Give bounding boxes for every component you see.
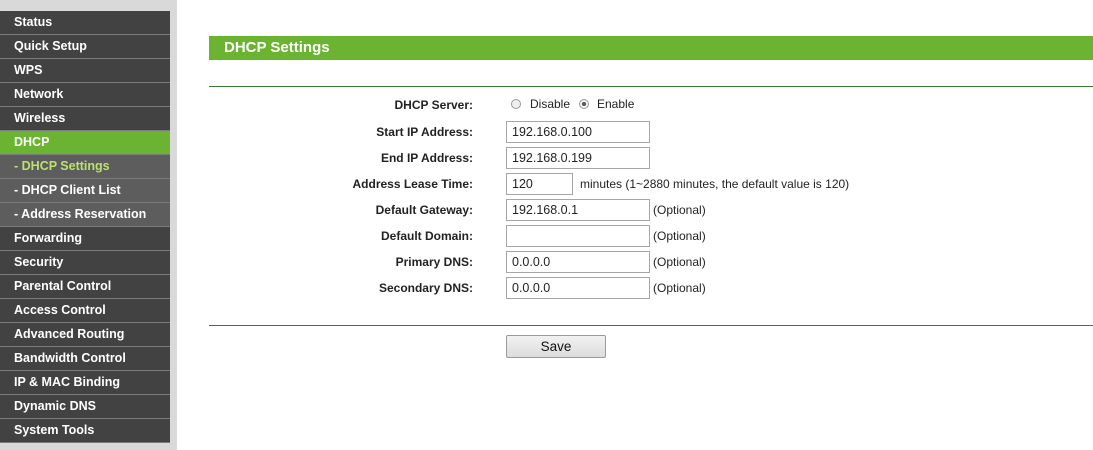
gateway-label: Default Gateway: [375,203,473,217]
dhcp-enable-label: Enable [597,97,635,111]
gateway-row: Default Gateway: (Optional) [209,199,1093,221]
sidebar-item-system-tools[interactable]: System Tools [0,419,170,443]
gateway-optional-note: (Optional) [653,203,706,217]
sidebar-item-network[interactable]: Network [0,83,170,107]
sidebar-item-status[interactable]: Status [0,11,170,35]
end-ip-row: End IP Address: [209,147,1093,169]
dhcp-enable-radio[interactable] [579,99,589,109]
sidebar-item-forwarding[interactable]: Forwarding [0,227,170,251]
domain-input[interactable] [506,225,650,247]
sidebar-item-wps[interactable]: WPS [0,59,170,83]
end-ip-input[interactable] [506,147,650,169]
divider-top [209,86,1093,87]
sidebar-item-parental-control[interactable]: Parental Control [0,275,170,299]
gateway-input[interactable] [506,199,650,221]
lease-time-input[interactable] [506,173,573,195]
sidebar-item-wireless[interactable]: Wireless [0,107,170,131]
start-ip-input[interactable] [506,121,650,143]
domain-label: Default Domain: [380,229,473,243]
sidebar-menu: Status Quick Setup WPS Network Wireless … [0,11,170,443]
secondary-dns-optional-note: (Optional) [653,281,706,295]
secondary-dns-label: Secondary DNS: [378,281,473,295]
sidebar-item-access-control[interactable]: Access Control [0,299,170,323]
sidebar-item-bandwidth-control[interactable]: Bandwidth Control [0,347,170,371]
sidebar: Status Quick Setup WPS Network Wireless … [0,0,177,450]
dhcp-disable-radio[interactable] [511,99,521,109]
sidebar-item-ip-mac-binding[interactable]: IP & MAC Binding [0,371,170,395]
primary-dns-optional-note: (Optional) [653,255,706,269]
dhcp-disable-label: Disable [530,97,571,111]
page-title: DHCP Settings [209,36,1093,60]
sidebar-item-quick-setup[interactable]: Quick Setup [0,35,170,59]
secondary-dns-input[interactable] [506,277,650,299]
domain-optional-note: (Optional) [653,229,706,243]
lease-time-row: Address Lease Time: minutes (1~2880 minu… [209,173,1093,195]
sidebar-item-security[interactable]: Security [0,251,170,275]
main-content: DHCP Settings DHCP Server: Disable Enabl… [209,0,1093,450]
sidebar-item-advanced-routing[interactable]: Advanced Routing [0,323,170,347]
dhcp-server-label: DHCP Server: [394,98,473,112]
sidebar-item-dynamic-dns[interactable]: Dynamic DNS [0,395,170,419]
end-ip-label: End IP Address: [380,151,473,165]
secondary-dns-row: Secondary DNS: (Optional) [209,277,1093,299]
primary-dns-row: Primary DNS: (Optional) [209,251,1093,273]
sidebar-item-address-reservation[interactable]: - Address Reservation [0,203,170,227]
lease-time-note: minutes (1~2880 minutes, the default val… [580,177,850,191]
sidebar-item-dhcp-client-list[interactable]: - DHCP Client List [0,179,170,203]
start-ip-row: Start IP Address: [209,121,1093,143]
dhcp-server-row: DHCP Server: Disable Enable [209,94,1093,116]
primary-dns-input[interactable] [506,251,650,273]
divider-bottom [209,325,1093,326]
save-button[interactable]: Save [506,335,606,358]
sidebar-item-dhcp-settings[interactable]: - DHCP Settings [0,155,170,179]
start-ip-label: Start IP Address: [376,125,473,139]
lease-time-label: Address Lease Time: [352,177,474,191]
domain-row: Default Domain: (Optional) [209,225,1093,247]
primary-dns-label: Primary DNS: [395,255,473,269]
sidebar-item-dhcp[interactable]: DHCP [0,131,170,155]
